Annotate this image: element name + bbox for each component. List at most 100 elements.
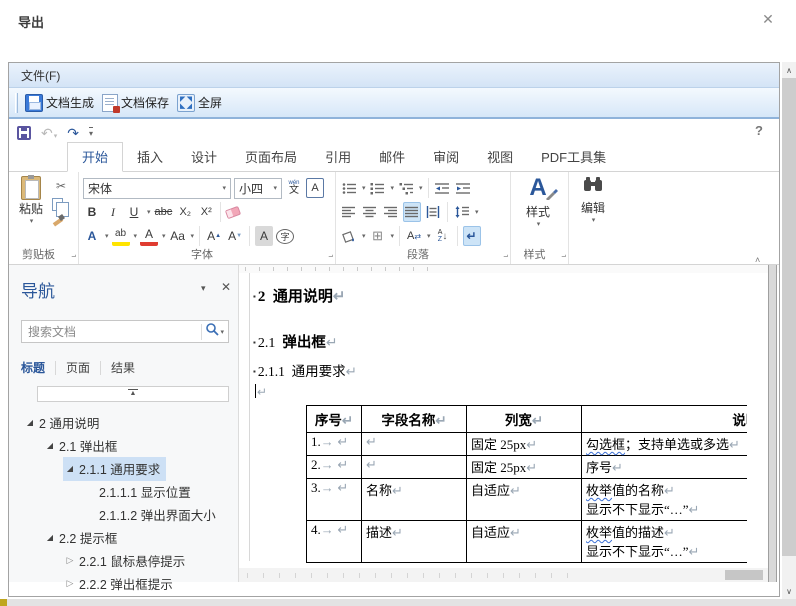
nav-tab-0[interactable]: 标题: [21, 357, 55, 378]
align-right-icon[interactable]: [382, 202, 400, 222]
clear-formatting-icon[interactable]: [225, 205, 241, 218]
shading-icon[interactable]: [340, 226, 358, 246]
show-formatting-marks-icon[interactable]: ↵: [463, 226, 481, 246]
doc-generate-button[interactable]: 文档生成: [23, 92, 100, 114]
copy-icon[interactable]: [52, 198, 63, 211]
cut-icon[interactable]: ✂: [52, 176, 70, 196]
font-name-combo[interactable]: 宋体▾: [83, 178, 231, 199]
undo-icon[interactable]: ↶▾: [41, 126, 57, 140]
italic-button[interactable]: I: [104, 202, 122, 222]
shrink-font-button[interactable]: A▼: [226, 226, 244, 246]
ribbon-tab-3[interactable]: 页面布局: [231, 143, 311, 171]
line-spacing-icon[interactable]: [453, 202, 471, 222]
ribbon-tab-2[interactable]: 设计: [177, 143, 231, 171]
qat-customize-icon[interactable]: ▾: [89, 127, 93, 138]
ribbon-tab-1[interactable]: 插入: [123, 143, 177, 171]
text-effects-button[interactable]: A: [83, 226, 101, 246]
file-menu[interactable]: 文件(F): [9, 63, 779, 88]
ribbon-tab-5[interactable]: 邮件: [365, 143, 419, 171]
redo-icon[interactable]: ↷: [67, 126, 79, 140]
superscript-button[interactable]: X²: [197, 202, 215, 222]
font-dialog-launcher-icon[interactable]: ⌐: [324, 252, 333, 261]
underline-dropdown-icon[interactable]: ▾: [147, 208, 151, 216]
ribbon-tab-4[interactable]: 引用: [311, 143, 365, 171]
tree-expanded-icon[interactable]: ◢: [43, 441, 57, 450]
nav-tree-item-5[interactable]: ◢2.2 提示框: [9, 526, 238, 549]
justify-icon[interactable]: [403, 202, 421, 222]
ribbon-tab-8[interactable]: PDF工具集: [527, 143, 620, 171]
search-icon[interactable]: [205, 322, 219, 341]
phonetic-guide-icon[interactable]: wén 文: [285, 178, 303, 198]
borders-icon[interactable]: ⊞: [369, 226, 387, 246]
scroll-up-icon[interactable]: ∧: [782, 62, 796, 78]
align-center-icon[interactable]: [361, 202, 379, 222]
fullscreen-button[interactable]: ◤◥ ◣◢ 全屏: [175, 92, 228, 114]
styles-dialog-launcher-icon[interactable]: ⌐: [557, 252, 566, 261]
increase-indent-icon[interactable]: [455, 178, 473, 198]
jump-to-top-button[interactable]: ▲: [37, 386, 229, 402]
nav-tree-item-3[interactable]: 2.1.1.1 显示位置: [9, 480, 238, 503]
horizontal-scrollbar-thumb[interactable]: [725, 570, 763, 580]
nav-tree-item-2[interactable]: ◢2.1.1 通用要求: [9, 457, 238, 480]
enclose-characters-icon[interactable]: 字: [276, 229, 294, 244]
scroll-down-icon[interactable]: ∨: [782, 583, 796, 599]
nav-tree-item-0[interactable]: ◢2 通用说明: [9, 411, 238, 434]
editing-label: 编辑: [581, 199, 605, 216]
nav-tree-item-7[interactable]: ▷2.2.2 弹出框提示: [9, 572, 238, 595]
tree-collapsed-icon[interactable]: ▷: [63, 555, 77, 566]
bullets-icon[interactable]: [340, 178, 358, 198]
strikethrough-button[interactable]: abc: [154, 202, 174, 222]
numbering-icon[interactable]: [369, 178, 387, 198]
asian-layout-icon[interactable]: A⇄: [405, 226, 423, 246]
tree-expanded-icon[interactable]: ◢: [43, 533, 57, 542]
search-input[interactable]: [28, 325, 198, 339]
font-color-button[interactable]: A: [140, 226, 158, 246]
bold-button[interactable]: B: [83, 202, 101, 222]
subscript-button[interactable]: X₂: [176, 202, 194, 222]
change-case-button[interactable]: Aa: [169, 226, 187, 246]
tree-collapsed-icon[interactable]: ▷: [63, 578, 77, 589]
character-shading-button[interactable]: A: [255, 226, 273, 246]
grow-font-button[interactable]: A▲: [205, 226, 223, 246]
close-icon[interactable]: ✕: [758, 9, 778, 29]
styles-button[interactable]: A 样式 ▾: [515, 176, 561, 228]
nav-tree-item-1[interactable]: ◢2.1 弹出框: [9, 434, 238, 457]
font-size-combo[interactable]: 小四▾: [234, 178, 282, 199]
nav-tree-item-6[interactable]: ▷2.2.1 鼠标悬停提示: [9, 549, 238, 572]
tree-expanded-icon[interactable]: ◢: [23, 418, 37, 427]
nav-pane-dropdown-icon[interactable]: ▾: [201, 283, 206, 294]
document-table[interactable]: 序号↵字段名称↵列宽↵说明↵1.→ ↵↵固定 25px↵勾选框；支持单选或多选↵…: [306, 405, 747, 563]
nav-pane-close-icon[interactable]: ✕: [221, 280, 231, 294]
nav-tree-item-4[interactable]: 2.1.1.2 弹出界面大小: [9, 503, 238, 526]
search-dropdown-icon[interactable]: ▾: [220, 328, 224, 336]
distribute-icon[interactable]: [424, 202, 442, 222]
clipboard-dialog-launcher-icon[interactable]: ⌐: [67, 252, 76, 261]
editing-button[interactable]: 编辑 ▾: [573, 176, 613, 224]
collapse-ribbon-icon[interactable]: ˄: [755, 255, 760, 265]
highlight-button[interactable]: ab: [112, 226, 130, 246]
ribbon-tab-7[interactable]: 视图: [473, 143, 527, 171]
format-painter-icon[interactable]: [52, 213, 65, 226]
underline-button[interactable]: U: [125, 202, 143, 222]
decrease-indent-icon[interactable]: [434, 178, 452, 198]
doc-save-button[interactable]: 文档保存: [100, 92, 175, 114]
ribbon-tab-0[interactable]: 开始: [67, 142, 123, 172]
ribbon-tab-6[interactable]: 审阅: [419, 143, 473, 171]
nav-tab-1[interactable]: 页面: [56, 357, 100, 378]
scrollbar-thumb[interactable]: [782, 78, 796, 556]
tree-item-label: 2.1 弹出框: [57, 434, 123, 458]
paragraph-dialog-launcher-icon[interactable]: ⌐: [499, 252, 508, 261]
tree-expanded-icon[interactable]: ◢: [63, 464, 77, 473]
help-icon[interactable]: ?: [755, 123, 763, 138]
align-left-icon[interactable]: [340, 202, 358, 222]
nav-tab-2[interactable]: 结果: [101, 357, 145, 378]
character-border-icon[interactable]: A: [306, 178, 324, 198]
dialog-vertical-scrollbar[interactable]: ∧ ∨: [782, 62, 796, 599]
paste-button[interactable]: 粘贴 ▾: [13, 176, 49, 226]
document-area[interactable]: ▪2 通用说明↵ ▪2.1 弹出框↵ ▪2.1.1 通用要求↵ ↵ 序号↵字段名…: [239, 265, 779, 582]
sort-icon[interactable]: AZ ↓: [434, 226, 452, 246]
save-icon[interactable]: [17, 126, 31, 140]
multilevel-list-icon[interactable]: [397, 178, 415, 198]
nav-search-box[interactable]: ▾: [21, 320, 229, 343]
horizontal-scrollbar[interactable]: [239, 568, 768, 582]
